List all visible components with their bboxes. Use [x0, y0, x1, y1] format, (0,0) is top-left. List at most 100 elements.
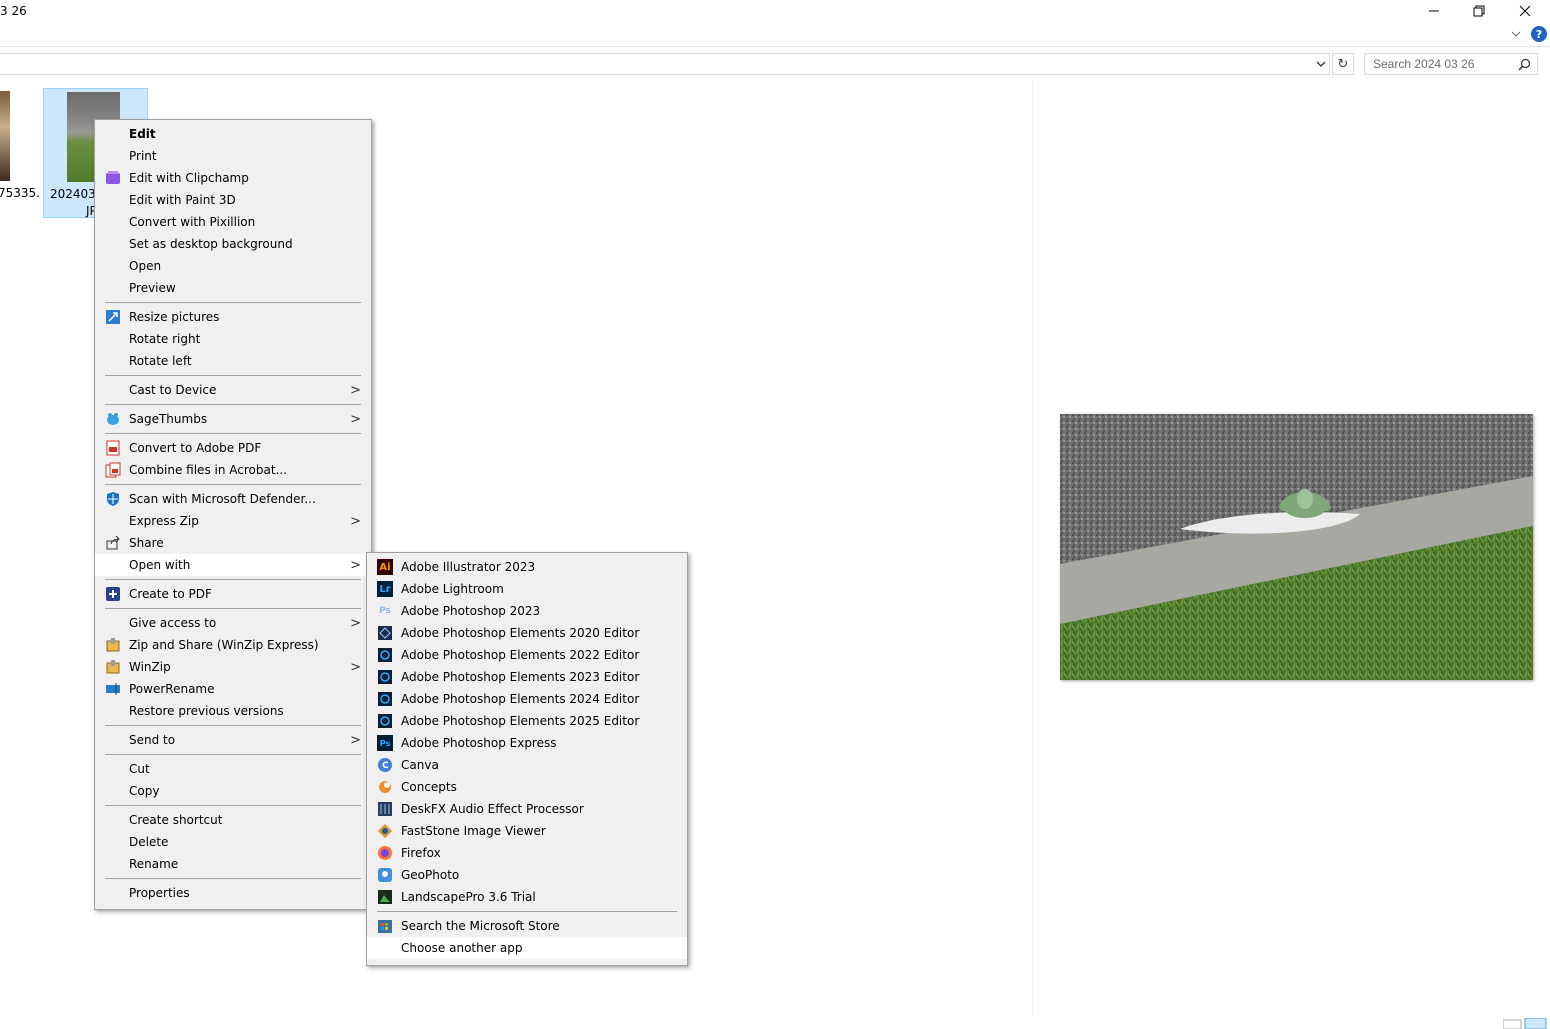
menu-item-rotate-right[interactable]: Rotate right: [95, 328, 371, 350]
elements-2023-icon: [377, 669, 393, 685]
app-search-microsoft-store[interactable]: Search the Microsoft Store: [367, 915, 687, 937]
minimize-button[interactable]: [1411, 0, 1457, 22]
app-adobe-illustrator-2023[interactable]: Ai Adobe Illustrator 2023: [367, 556, 687, 578]
menu-item-convert-with-pixillion[interactable]: Convert with Pixillion: [95, 211, 371, 233]
menu-item-convert-to-adobe-pdf[interactable]: Convert to Adobe PDF: [95, 437, 371, 459]
menu-item-label: Scan with Microsoft Defender...: [129, 492, 316, 506]
menu-item-express-zip[interactable]: Express Zip >: [95, 510, 371, 532]
app-adobe-photoshop-2023[interactable]: Ps Adobe Photoshop 2023: [367, 600, 687, 622]
app-label: Adobe Photoshop Elements 2025 Editor: [401, 714, 640, 728]
search-input[interactable]: Search 2024 03 26: [1364, 53, 1538, 75]
menu-item-powerrename[interactable]: PowerRename: [95, 678, 371, 700]
menu-separator: [105, 805, 361, 806]
refresh-button[interactable]: ↻: [1332, 53, 1354, 75]
chevron-right-icon: >: [350, 616, 361, 631]
menu-item-open[interactable]: Open: [95, 255, 371, 277]
app-landscapepro[interactable]: LandscapePro 3.6 Trial: [367, 886, 687, 908]
app-elements-2023[interactable]: Adobe Photoshop Elements 2023 Editor: [367, 666, 687, 688]
defender-icon: [105, 491, 121, 507]
title-bar: 3 26: [0, 0, 1550, 24]
menu-item-label: Create to PDF: [129, 587, 212, 601]
winzip-express-icon: [105, 637, 121, 653]
app-adobe-photoshop-express[interactable]: Ps Adobe Photoshop Express: [367, 732, 687, 754]
menu-item-scan-with-defender[interactable]: Scan with Microsoft Defender...: [95, 488, 371, 510]
menu-item-edit[interactable]: Edit: [95, 123, 371, 145]
menu-item-label: Give access to: [129, 616, 217, 630]
menu-item-cast-to-device[interactable]: Cast to Device >: [95, 379, 371, 401]
app-choose-another-app[interactable]: Choose another app: [367, 937, 687, 959]
view-toggle-icons[interactable]: [1503, 1018, 1547, 1029]
app-elements-2024[interactable]: Adobe Photoshop Elements 2024 Editor: [367, 688, 687, 710]
menu-item-copy[interactable]: Copy: [95, 780, 371, 802]
menu-item-winzip[interactable]: WinZip >: [95, 656, 371, 678]
expand-ribbon-icon[interactable]: [1509, 27, 1523, 41]
menu-item-edit-with-clipchamp[interactable]: Edit with Clipchamp: [95, 167, 371, 189]
app-geophoto[interactable]: GeoPhoto: [367, 864, 687, 886]
search-icon: [1518, 58, 1531, 71]
app-faststone[interactable]: FastStone Image Viewer: [367, 820, 687, 842]
address-bar[interactable]: [0, 53, 1330, 75]
firefox-icon: [377, 845, 393, 861]
menu-item-delete[interactable]: Delete: [95, 831, 371, 853]
app-elements-2025[interactable]: Adobe Photoshop Elements 2025 Editor: [367, 710, 687, 732]
menu-item-rename[interactable]: Rename: [95, 853, 371, 875]
chevron-down-icon[interactable]: [1313, 56, 1329, 72]
menu-item-properties[interactable]: Properties: [95, 882, 371, 904]
close-button[interactable]: [1502, 0, 1548, 22]
menu-separator: [105, 725, 361, 726]
app-adobe-lightroom[interactable]: Lr Adobe Lightroom: [367, 578, 687, 600]
menu-item-label: Open with: [129, 558, 191, 572]
menu-item-label: Cast to Device: [129, 383, 217, 397]
app-firefox[interactable]: Firefox: [367, 842, 687, 864]
menu-item-create-to-pdf[interactable]: Create to PDF: [95, 583, 371, 605]
menu-item-rotate-left[interactable]: Rotate left: [95, 350, 371, 372]
restore-button[interactable]: [1456, 0, 1502, 22]
elements-2025-icon: [377, 713, 393, 729]
chevron-right-icon: >: [350, 383, 361, 398]
menu-item-cut[interactable]: Cut: [95, 758, 371, 780]
menu-item-print[interactable]: Print: [95, 145, 371, 167]
menu-item-restore-previous-versions[interactable]: Restore previous versions: [95, 700, 371, 722]
menu-item-label: Edit with Paint 3D: [129, 193, 236, 207]
file-thumbnail[interactable]: [0, 91, 10, 181]
menu-item-resize-pictures[interactable]: Resize pictures: [95, 306, 371, 328]
menu-item-label: WinZip: [129, 660, 171, 674]
menu-item-share[interactable]: Share: [95, 532, 371, 554]
illustrator-icon: Ai: [377, 559, 393, 575]
app-label: LandscapePro 3.6 Trial: [401, 890, 536, 904]
app-deskfx[interactable]: DeskFX Audio Effect Processor: [367, 798, 687, 820]
sagethumbs-icon: [105, 411, 121, 427]
menu-item-preview[interactable]: Preview: [95, 277, 371, 299]
app-concepts[interactable]: Concepts: [367, 776, 687, 798]
menu-separator: [105, 484, 361, 485]
elements-2020-icon: [377, 625, 393, 641]
menu-item-open-with[interactable]: Open with >: [95, 554, 371, 576]
menu-item-label: PowerRename: [129, 682, 215, 696]
share-icon: [105, 535, 121, 551]
app-canva[interactable]: C Canva: [367, 754, 687, 776]
menu-item-send-to[interactable]: Send to >: [95, 729, 371, 751]
app-label: Adobe Photoshop Elements 2023 Editor: [401, 670, 640, 684]
app-label: Adobe Lightroom: [401, 582, 504, 596]
app-elements-2022[interactable]: Adobe Photoshop Elements 2022 Editor: [367, 644, 687, 666]
menu-item-label: Copy: [129, 784, 160, 798]
app-elements-2020[interactable]: Adobe Photoshop Elements 2020 Editor: [367, 622, 687, 644]
help-icon[interactable]: ?: [1531, 26, 1547, 42]
menu-item-create-shortcut[interactable]: Create shortcut: [95, 809, 371, 831]
photoshop-icon: Ps: [379, 606, 391, 616]
clipchamp-icon: [105, 170, 121, 186]
chevron-right-icon: >: [350, 558, 361, 573]
menu-item-label: SageThumbs: [129, 412, 208, 426]
file-name[interactable]: 75335.: [0, 186, 40, 200]
menu-item-zip-and-share[interactable]: Zip and Share (WinZip Express): [95, 634, 371, 656]
menu-item-give-access-to[interactable]: Give access to >: [95, 612, 371, 634]
faststone-icon: [377, 823, 393, 839]
menu-item-sagethumbs[interactable]: SageThumbs >: [95, 408, 371, 430]
menu-item-label: Preview: [129, 281, 176, 295]
menu-separator: [377, 911, 677, 912]
preview-pane-divider[interactable]: [1032, 80, 1033, 1015]
menu-item-edit-with-paint-3d[interactable]: Edit with Paint 3D: [95, 189, 371, 211]
menu-item-label: Zip and Share (WinZip Express): [129, 638, 319, 652]
menu-item-combine-files-in-acrobat[interactable]: Combine files in Acrobat...: [95, 459, 371, 481]
menu-item-set-as-desktop-background[interactable]: Set as desktop background: [95, 233, 371, 255]
